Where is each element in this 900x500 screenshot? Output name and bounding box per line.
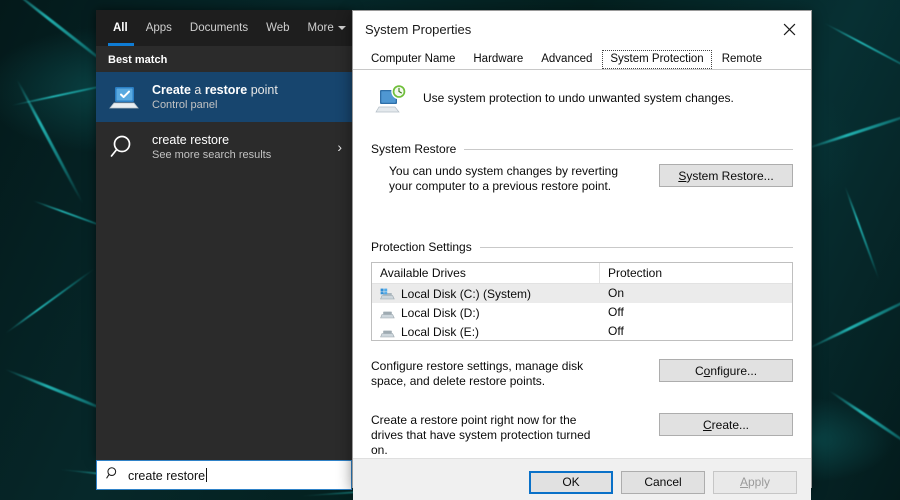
wallpaper-vein bbox=[843, 185, 881, 281]
button-label-post: reate... bbox=[711, 417, 750, 432]
search-result-subtitle: Control panel bbox=[152, 99, 218, 111]
title-part-create: Create bbox=[152, 83, 191, 97]
system-restore-row: You can undo system changes by reverting… bbox=[371, 164, 793, 194]
configure-description: Configure restore settings, manage disk … bbox=[371, 359, 584, 388]
system-drive-icon bbox=[380, 287, 395, 300]
active-tab-underline bbox=[108, 43, 134, 46]
search-result-text: Create a restore point Control panel bbox=[152, 83, 342, 111]
protection-settings-group-title: Protection Settings bbox=[371, 240, 472, 254]
dialog-tabstrip: Computer Name Hardware Advanced System P… bbox=[353, 47, 811, 70]
accel-key: C bbox=[702, 417, 712, 432]
table-row[interactable]: Local Disk (C:) (System) On bbox=[372, 284, 792, 303]
drive-cell: Local Disk (D:) bbox=[372, 303, 600, 323]
title-part-a: a bbox=[190, 83, 205, 97]
search-tab-more-label: More bbox=[307, 22, 334, 34]
tab-hardware[interactable]: Hardware bbox=[465, 50, 531, 69]
chevron-down-icon bbox=[337, 25, 346, 30]
search-result-title: create restore bbox=[152, 133, 230, 147]
dialog-body: Use system protection to undo unwanted s… bbox=[353, 70, 811, 458]
window-title: System Properties bbox=[365, 21, 472, 37]
tab-system-protection[interactable]: System Protection bbox=[602, 50, 712, 69]
wallpaper-vein bbox=[828, 389, 900, 454]
dialog-footer: OK Cancel Apply bbox=[353, 458, 811, 500]
create-description: Create a restore point right now for the… bbox=[371, 413, 591, 457]
system-restore-button[interactable]: System Restore... bbox=[659, 164, 793, 187]
configure-button[interactable]: Configure... bbox=[659, 359, 793, 382]
tab-remote[interactable]: Remote bbox=[714, 50, 770, 69]
search-input-value[interactable]: create restore bbox=[128, 467, 208, 483]
button-label-rest: pply bbox=[748, 475, 771, 489]
accel-key: A bbox=[739, 475, 748, 489]
text-caret bbox=[206, 467, 208, 482]
column-header-available-drives[interactable]: Available Drives bbox=[372, 263, 600, 283]
search-result-title: Create a restore point bbox=[152, 83, 342, 97]
group-divider bbox=[464, 148, 793, 150]
protection-status: On bbox=[608, 286, 625, 300]
protection-settings-group-header: Protection Settings bbox=[371, 240, 793, 254]
configure-row: Configure restore settings, manage disk … bbox=[371, 359, 793, 389]
drive-icon bbox=[380, 306, 395, 319]
protection-status: Off bbox=[608, 324, 624, 338]
system-properties-dialog: System Properties Computer Name Hardware… bbox=[352, 10, 812, 500]
system-restore-group-header: System Restore bbox=[371, 142, 793, 156]
apply-button: Apply bbox=[713, 470, 797, 494]
tab-advanced[interactable]: Advanced bbox=[533, 50, 600, 69]
available-drives-table[interactable]: Available Drives Protection Local Disk (… bbox=[371, 262, 793, 341]
ok-button[interactable]: OK bbox=[529, 470, 613, 494]
protection-status: Off bbox=[608, 305, 624, 319]
search-tab-apps[interactable]: Apps bbox=[137, 10, 181, 46]
create-row: Create a restore point right now for the… bbox=[371, 413, 793, 458]
search-result-create-restore-point[interactable]: Create a restore point Control panel bbox=[96, 72, 352, 122]
search-result-see-more[interactable]: create restore See more search results › bbox=[96, 122, 352, 172]
taskbar-search-box[interactable]: create restore bbox=[96, 460, 352, 490]
drive-icon bbox=[380, 325, 395, 338]
search-icon bbox=[108, 131, 140, 163]
table-row[interactable]: Local Disk (D:) Off bbox=[372, 303, 792, 322]
tab-computer-name[interactable]: Computer Name bbox=[363, 50, 463, 69]
search-icon bbox=[106, 466, 120, 485]
dialog-titlebar[interactable]: System Properties bbox=[353, 11, 811, 47]
cancel-button[interactable]: Cancel bbox=[621, 470, 705, 494]
best-match-label: Best match bbox=[96, 46, 352, 72]
wallpaper-vein bbox=[4, 267, 96, 335]
system-protection-description: Use system protection to undo unwanted s… bbox=[423, 91, 734, 105]
wallpaper-vein bbox=[804, 287, 900, 352]
restore-point-icon bbox=[108, 81, 140, 113]
search-tab-more[interactable]: More bbox=[299, 10, 352, 46]
group-divider bbox=[479, 246, 793, 248]
create-button[interactable]: Create... bbox=[659, 413, 793, 436]
button-label-pre: C bbox=[694, 363, 704, 378]
search-input-text: create restore bbox=[128, 468, 206, 483]
title-part-point: point bbox=[247, 83, 278, 97]
search-tab-documents[interactable]: Documents bbox=[181, 10, 257, 46]
drive-name: Local Disk (D:) bbox=[401, 305, 480, 320]
system-protection-header: Use system protection to undo unwanted s… bbox=[371, 70, 793, 116]
desktop: All Apps Documents Web More Best match C… bbox=[0, 0, 900, 500]
search-result-subtitle: See more search results bbox=[152, 149, 272, 161]
wallpaper-vein bbox=[802, 107, 900, 151]
table-row[interactable]: Local Disk (E:) Off bbox=[372, 322, 792, 341]
button-label-rest: ystem Restore... bbox=[686, 168, 774, 183]
close-icon[interactable] bbox=[767, 14, 811, 44]
search-tab-web[interactable]: Web bbox=[257, 10, 298, 46]
title-part-restore: restore bbox=[204, 83, 248, 97]
system-restore-description: You can undo system changes by reverting… bbox=[389, 164, 619, 193]
table-header-row: Available Drives Protection bbox=[372, 263, 792, 284]
button-label-post: nfigure... bbox=[710, 363, 758, 378]
chevron-right-icon[interactable]: › bbox=[331, 139, 342, 155]
search-result-text: create restore See more search results bbox=[152, 133, 331, 161]
search-flyout: All Apps Documents Web More Best match C… bbox=[96, 10, 352, 460]
wallpaper-vein bbox=[823, 22, 900, 76]
column-header-protection[interactable]: Protection bbox=[600, 266, 662, 280]
system-protection-icon bbox=[375, 82, 409, 116]
search-filter-tabs: All Apps Documents Web More bbox=[96, 10, 352, 46]
drive-name: Local Disk (C:) (System) bbox=[401, 286, 532, 301]
drive-cell: Local Disk (E:) bbox=[372, 322, 600, 341]
drive-cell: Local Disk (C:) (System) bbox=[372, 284, 600, 304]
system-restore-group-title: System Restore bbox=[371, 142, 457, 156]
drive-name: Local Disk (E:) bbox=[401, 324, 480, 339]
search-tab-all[interactable]: All bbox=[104, 10, 137, 46]
